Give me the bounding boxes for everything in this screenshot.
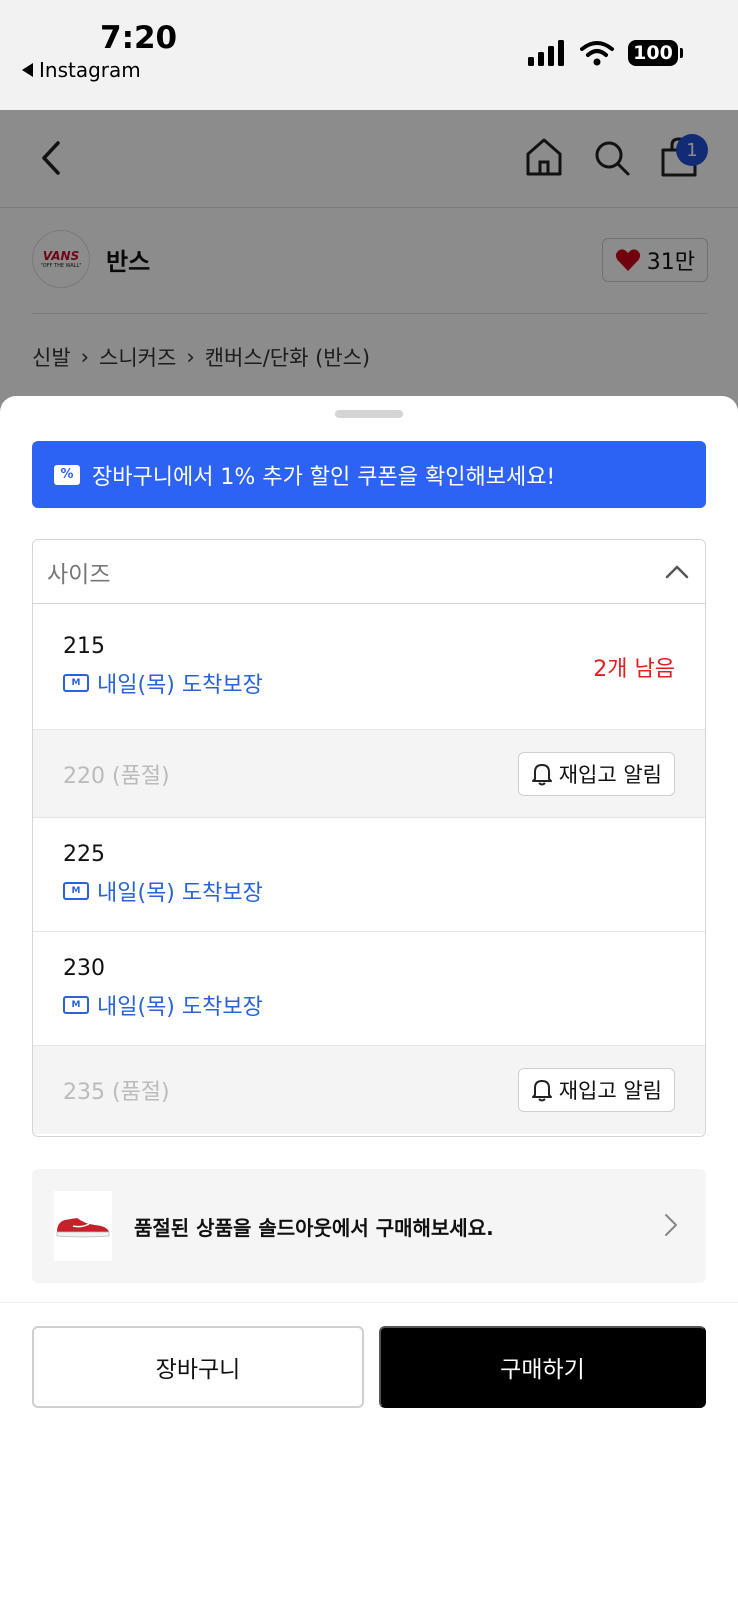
signal-icon	[528, 40, 564, 66]
size-soldout-label: 220 (품절)	[63, 763, 170, 789]
delivery-guarantee: M 내일(목) 도착보장	[63, 667, 263, 699]
delivery-text: 내일(목) 도착보장	[97, 881, 263, 906]
size-value: 215	[63, 634, 105, 659]
bell-icon	[531, 763, 552, 785]
bell-icon	[531, 1080, 552, 1102]
wifi-icon	[580, 41, 614, 66]
option-bottom-sheet: % 장바구니에서 1% 추가 할인 쿠폰을 확인해보세요! 사이즈 215 M …	[0, 396, 738, 1600]
coupon-banner[interactable]: % 장바구니에서 1% 추가 할인 쿠폰을 확인해보세요!	[32, 441, 706, 508]
chevron-right-icon	[665, 1214, 677, 1236]
size-value: 230	[63, 956, 105, 981]
size-dropdown-placeholder: 사이즈	[47, 561, 111, 588]
size-option-215[interactable]: 215 M 내일(목) 도착보장 2개 남음	[33, 604, 705, 730]
delivery-truck-icon: M	[63, 996, 89, 1014]
stock-remaining: 2개 남음	[593, 656, 675, 682]
size-dropdown-header[interactable]: 사이즈	[33, 540, 705, 604]
back-triangle-icon	[22, 63, 33, 77]
sneaker-thumbnail	[54, 1191, 112, 1261]
chevron-up-icon	[665, 565, 689, 578]
add-to-cart-button[interactable]: 장바구니	[32, 1326, 364, 1408]
delivery-truck-icon: M	[63, 882, 89, 900]
delivery-text: 내일(목) 도착보장	[97, 995, 263, 1020]
size-option-225[interactable]: 225 M 내일(목) 도착보장	[33, 818, 705, 932]
back-to-app-link[interactable]: Instagram	[22, 58, 141, 82]
size-value: 225	[63, 842, 105, 867]
restock-alert-label: 재입고 알림	[558, 762, 662, 787]
delivery-text: 내일(목) 도착보장	[97, 673, 263, 698]
soldout-promo-banner[interactable]: 품절된 상품을 솔드아웃에서 구매해보세요.	[32, 1169, 706, 1283]
size-dropdown: 사이즈 215 M 내일(목) 도착보장 2개 남음 220 (품절) 재입고 …	[32, 539, 706, 1137]
delivery-truck-icon: M	[63, 674, 89, 692]
battery-level: 100	[633, 42, 673, 64]
size-option-220-soldout: 220 (품절) 재입고 알림	[33, 730, 705, 818]
status-time: 7:20	[100, 20, 178, 56]
restock-alert-button[interactable]: 재입고 알림	[517, 751, 675, 796]
soldout-promo-text: 품절된 상품을 솔드아웃에서 구매해보세요.	[134, 1215, 494, 1240]
restock-alert-button[interactable]: 재입고 알림	[517, 1068, 675, 1112]
back-app-label: Instagram	[39, 58, 141, 82]
buy-now-button[interactable]: 구매하기	[379, 1326, 706, 1408]
size-option-235-soldout: 235 (품절) 재입고 알림	[33, 1046, 705, 1134]
coupon-icon: %	[54, 464, 80, 485]
sheet-divider	[0, 1302, 738, 1303]
restock-alert-label: 재입고 알림	[558, 1079, 662, 1103]
size-option-230[interactable]: 230 M 내일(목) 도착보장	[33, 932, 705, 1046]
status-icons: 100	[528, 40, 683, 66]
status-bar: 7:20 Instagram 100	[0, 0, 738, 110]
battery-indicator: 100	[628, 40, 683, 66]
coupon-banner-text: 장바구니에서 1% 추가 할인 쿠폰을 확인해보세요!	[92, 464, 556, 490]
sneaker-image	[56, 1218, 110, 1238]
delivery-guarantee: M 내일(목) 도착보장	[63, 989, 263, 1021]
size-soldout-label: 235 (품절)	[63, 1080, 170, 1105]
delivery-guarantee: M 내일(목) 도착보장	[63, 875, 263, 907]
sheet-drag-handle[interactable]	[335, 410, 403, 418]
